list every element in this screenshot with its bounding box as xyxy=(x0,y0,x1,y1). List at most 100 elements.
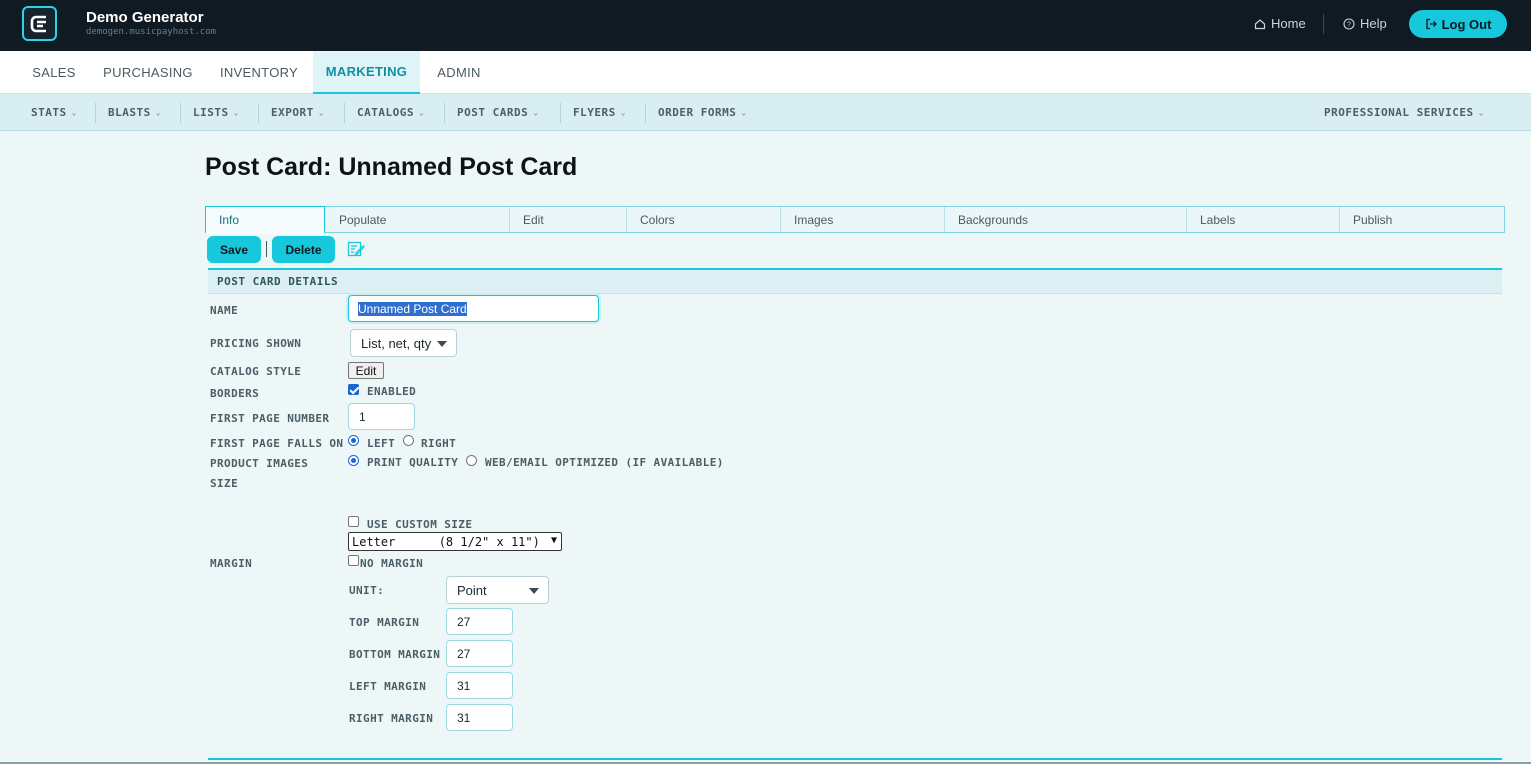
product-images-label: PRODUCT IMAGES xyxy=(210,457,309,470)
main-nav-sales[interactable]: SALES xyxy=(21,51,87,94)
home-link-label: Home xyxy=(1271,16,1306,31)
toolbar-divider xyxy=(266,241,267,257)
custom-size-checkbox[interactable] xyxy=(348,516,359,527)
sub-nav-label: ORDER FORMS xyxy=(658,106,737,119)
home-icon xyxy=(1254,18,1266,29)
svg-text:?: ? xyxy=(1347,21,1351,28)
app-name: Demo Generator xyxy=(86,9,204,26)
sub-nav-post-cards[interactable]: POST CARDS ⌄ xyxy=(457,94,539,131)
top-margin-label: TOP MARGIN xyxy=(349,616,420,629)
section-header: POST CARD DETAILS xyxy=(208,270,1502,294)
sub-nav-label: BLASTS xyxy=(108,106,151,119)
no-margin-checkbox[interactable] xyxy=(348,555,359,566)
borders-option-label: ENABLED xyxy=(367,385,417,398)
custom-size-label: USE CUSTOM SIZE xyxy=(367,518,473,531)
main-nav-purchasing[interactable]: PURCHASING xyxy=(93,51,203,94)
chevron-down-icon: ⌄ xyxy=(318,108,325,117)
borders-label: BORDERS xyxy=(210,387,260,400)
main-nav-marketing[interactable]: MARKETING xyxy=(313,51,420,94)
tab-edit[interactable]: Edit xyxy=(510,207,627,232)
sub-nav-catalogs[interactable]: CATALOGS ⌄ xyxy=(357,94,424,131)
catalog-style-edit-button[interactable]: Edit xyxy=(348,362,384,379)
name-input[interactable]: Unnamed Post Card xyxy=(348,295,599,322)
first-page-number-label: FIRST PAGE NUMBER xyxy=(210,412,330,425)
sub-nav-label: PROFESSIONAL SERVICES xyxy=(1324,106,1474,119)
help-icon: ? xyxy=(1343,17,1355,30)
chevron-down-icon: ⌄ xyxy=(155,108,162,117)
pricing-select-value: List, net, qty xyxy=(361,335,432,351)
app-host: demogen.musicpayhost.com xyxy=(86,27,217,37)
page-title: Post Card: Unnamed Post Card xyxy=(205,153,578,181)
tab-images[interactable]: Images xyxy=(781,207,945,232)
chevron-down-icon: ⌄ xyxy=(533,108,539,117)
name-input-value: Unnamed Post Card xyxy=(358,301,467,316)
chevron-down-icon: ⌄ xyxy=(741,108,747,117)
first-page-falls-label: FIRST PAGE FALLS ON xyxy=(210,437,344,450)
help-link[interactable]: ? Help xyxy=(1343,16,1387,31)
left-margin-label: LEFT MARGIN xyxy=(349,680,427,693)
images-web-label: WEB/EMAIL OPTIMIZED (IF AVAILABLE) xyxy=(485,456,724,469)
edit-notes-icon[interactable] xyxy=(347,240,365,258)
size-label: SIZE xyxy=(210,477,239,490)
borders-checkbox[interactable] xyxy=(348,384,359,395)
sub-nav-divider xyxy=(95,103,96,123)
chevron-down-icon: ⌄ xyxy=(233,108,239,117)
chevron-down-icon: ▼ xyxy=(550,535,557,546)
sub-nav-order-forms[interactable]: ORDER FORMS ⌄ xyxy=(658,94,747,131)
sub-nav-divider xyxy=(560,103,561,123)
header-divider xyxy=(1323,14,1324,34)
logout-button[interactable]: Log Out xyxy=(1409,10,1507,38)
unit-select[interactable]: Point xyxy=(446,576,549,604)
sub-nav-label: EXPORT xyxy=(271,106,314,119)
tab-populate[interactable]: Populate xyxy=(326,207,510,232)
first-page-number-input[interactable]: 1 xyxy=(348,403,415,430)
tab-info[interactable]: Info xyxy=(205,206,325,234)
tab-colors[interactable]: Colors xyxy=(627,207,781,232)
sub-nav-divider xyxy=(258,103,259,123)
sub-nav-divider xyxy=(645,103,646,123)
bottom-margin-input[interactable]: 27 xyxy=(446,640,513,667)
images-print-label: PRINT QUALITY xyxy=(367,456,459,469)
tab-publish[interactable]: Publish xyxy=(1340,207,1504,232)
app-logo-icon[interactable] xyxy=(22,6,57,41)
sub-nav-stats[interactable]: STATS ⌄ xyxy=(31,94,77,131)
sub-nav-label: POST CARDS xyxy=(457,106,529,119)
sub-nav-blasts[interactable]: BLASTS ⌄ xyxy=(108,94,161,131)
images-web-radio[interactable] xyxy=(466,455,477,466)
images-print-radio[interactable] xyxy=(348,455,359,466)
bottom-margin-label: BOTTOM MARGIN xyxy=(349,648,441,661)
right-margin-label: RIGHT MARGIN xyxy=(349,712,434,725)
left-margin-input[interactable]: 31 xyxy=(446,672,513,699)
dropdown-arrow-icon xyxy=(529,588,539,594)
sub-nav-export[interactable]: EXPORT ⌄ xyxy=(271,94,324,131)
catalog-style-label: CATALOG STYLE xyxy=(210,365,302,378)
sub-nav-divider xyxy=(180,103,181,123)
section-bottom-divider xyxy=(208,758,1502,760)
sub-nav-label: FLYERS xyxy=(573,106,616,119)
falls-left-radio[interactable] xyxy=(348,435,359,446)
sub-nav-lists[interactable]: LISTS ⌄ xyxy=(193,94,239,131)
main-nav-admin[interactable]: ADMIN xyxy=(427,51,491,94)
sub-nav-divider xyxy=(344,103,345,123)
sub-nav-flyers[interactable]: FLYERS ⌄ xyxy=(573,94,626,131)
sub-nav-divider xyxy=(444,103,445,123)
unit-label: UNIT: xyxy=(349,584,385,597)
falls-right-label: RIGHT xyxy=(421,437,457,450)
save-button[interactable]: Save xyxy=(207,236,261,263)
delete-button[interactable]: Delete xyxy=(272,236,335,263)
name-label: NAME xyxy=(210,304,239,317)
main-nav-inventory[interactable]: INVENTORY xyxy=(209,51,309,94)
chevron-down-icon: ⌄ xyxy=(71,108,77,117)
tab-backgrounds[interactable]: Backgrounds xyxy=(945,207,1187,232)
pricing-select[interactable]: List, net, qty xyxy=(350,329,457,357)
sub-nav-label: LISTS xyxy=(193,106,229,119)
unit-select-value: Point xyxy=(457,582,487,598)
tab-labels[interactable]: Labels xyxy=(1187,207,1340,232)
right-margin-input[interactable]: 31 xyxy=(446,704,513,731)
home-link[interactable]: Home xyxy=(1254,16,1306,31)
logout-icon xyxy=(1425,18,1437,30)
top-margin-input[interactable]: 27 xyxy=(446,608,513,635)
paper-size-select[interactable]: Letter (8 1/2" x 11") ▼ xyxy=(348,532,562,551)
sub-nav-professional-services[interactable]: PROFESSIONAL SERVICES ⌄ xyxy=(1324,94,1484,131)
falls-right-radio[interactable] xyxy=(403,435,414,446)
